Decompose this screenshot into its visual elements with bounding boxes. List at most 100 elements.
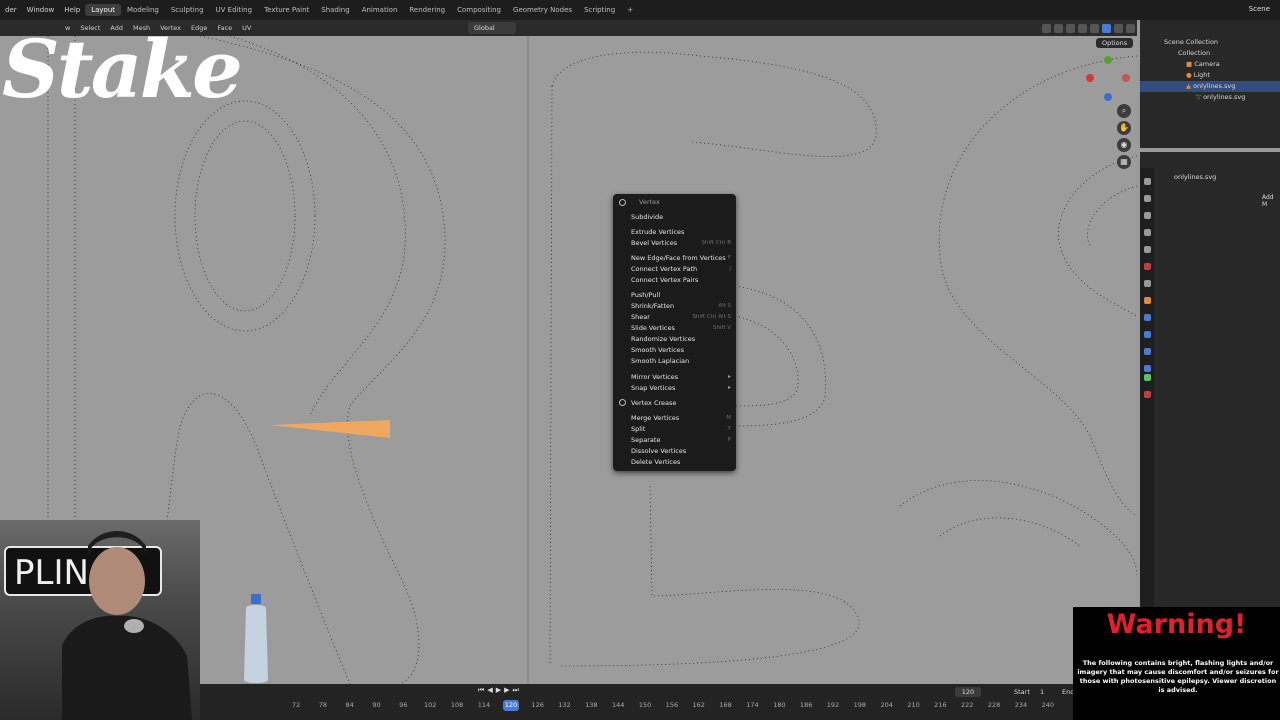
- workspace-tab-animation[interactable]: Animation: [356, 4, 404, 16]
- menu-item-dissolve-vertices[interactable]: Dissolve Vertices: [631, 446, 731, 456]
- xray-toggle-icon[interactable]: [1078, 23, 1087, 33]
- menu-item-vertex-crease[interactable]: Vertex Crease: [631, 398, 731, 408]
- menu-item-shear[interactable]: Shear Shift Ctrl Alt S: [631, 312, 731, 322]
- outliner-row-label: Scene Collection: [1164, 38, 1219, 46]
- constraints-tab-icon[interactable]: [1144, 365, 1151, 372]
- next-keyframe-icon[interactable]: ▶: [504, 686, 509, 695]
- solid-shading-icon[interactable]: [1102, 23, 1111, 33]
- menu-item-extrude-vertices[interactable]: Extrude Vertices: [631, 227, 731, 237]
- timeline-tick-label: 210: [907, 701, 920, 709]
- scene-tab-icon[interactable]: [1144, 246, 1151, 253]
- menu-file[interactable]: der: [0, 6, 22, 14]
- physics-tab-icon[interactable]: [1144, 348, 1151, 355]
- menu-item-label: Snap Vertices: [631, 384, 676, 392]
- scene-selector[interactable]: Scene: [1249, 5, 1270, 13]
- timeline-tick-label: 174: [746, 701, 759, 709]
- workspace-tab-scripting[interactable]: Scripting: [578, 4, 621, 16]
- menu-item-separate[interactable]: Separate P: [631, 435, 731, 445]
- play-icon[interactable]: ▶: [496, 686, 501, 695]
- menu-item-subdivide[interactable]: Subdivide: [631, 212, 731, 222]
- menu-item-shrink-fatten[interactable]: Shrink/Fatten Alt S: [631, 301, 731, 311]
- workspace-tab-texture-paint[interactable]: Texture Paint: [258, 4, 315, 16]
- pin-icon[interactable]: [619, 199, 626, 206]
- world-tab-icon[interactable]: [1144, 263, 1151, 270]
- wireframe-shading-icon[interactable]: [1090, 23, 1099, 33]
- outliner-row-scene-collection[interactable]: Scene Collection: [1140, 37, 1280, 48]
- tool-tab-icon[interactable]: [1144, 178, 1151, 185]
- viewport-options-dropdown[interactable]: Options: [1096, 38, 1134, 48]
- menu-item-smooth-vertices[interactable]: Smooth Vertices: [631, 345, 731, 355]
- modifier-tab-icon[interactable]: [1144, 314, 1151, 321]
- timeline-tick-label: 72: [291, 701, 301, 709]
- menu-item-label: Randomize Vertices: [631, 335, 696, 343]
- outliner-row-onlylines[interactable]: ▲ onlylines.svg: [1140, 81, 1280, 92]
- current-frame-field[interactable]: 120: [955, 687, 981, 697]
- output-tab-icon[interactable]: [1144, 212, 1151, 219]
- menu-item-smooth-laplacian[interactable]: Smooth Laplacian: [631, 356, 731, 366]
- rendered-shading-icon[interactable]: [1126, 23, 1135, 33]
- data-tab-icon[interactable]: [1144, 374, 1151, 381]
- outliner-row-label: Camera: [1194, 60, 1220, 68]
- outliner-row-mesh-data[interactable]: ▽ onlylines.svg: [1140, 92, 1280, 103]
- overlay-toggle-icon[interactable]: [1066, 23, 1075, 33]
- material-tab-icon[interactable]: [1144, 391, 1151, 398]
- menu-item-slide-vertices[interactable]: Slide Vertices Shift V: [631, 323, 731, 333]
- workspace-tab-rendering[interactable]: Rendering: [403, 4, 451, 16]
- view-layer-tab-icon[interactable]: [1144, 229, 1151, 236]
- menu-item-delete-vertices[interactable]: Delete Vertices: [631, 457, 731, 467]
- menu-item-label: Shrink/Fatten: [631, 302, 675, 310]
- shortcut-label: Shift Ctrl Alt S: [692, 314, 731, 320]
- particles-tab-icon[interactable]: [1144, 331, 1151, 338]
- material-shading-icon[interactable]: [1114, 23, 1123, 33]
- stake-logo: Stake: [2, 22, 243, 116]
- perspective-grid-icon[interactable]: ▦: [1117, 155, 1131, 169]
- menu-item-merge-vertices[interactable]: Merge Vertices M: [631, 413, 731, 423]
- menu-item-push-pull[interactable]: Push/Pull: [631, 290, 731, 300]
- menu-item-label: Smooth Laplacian: [631, 357, 690, 365]
- gizmo-neg-x-axis[interactable]: [1122, 74, 1130, 82]
- timeline-tick-label: 108: [450, 701, 464, 709]
- jump-end-icon[interactable]: ⏭: [512, 686, 518, 695]
- shortcut-label: Shift Ctrl B: [701, 240, 731, 246]
- pan-hand-icon[interactable]: ✋: [1117, 121, 1131, 135]
- timeline-tick-label: 84: [345, 701, 354, 709]
- transform-orientation-dropdown[interactable]: Global: [468, 22, 516, 34]
- gizmo-x-axis[interactable]: [1086, 74, 1094, 82]
- camera-view-icon[interactable]: ◉: [1117, 138, 1131, 152]
- menu-item-split[interactable]: Split Y: [631, 424, 731, 434]
- render-tab-icon[interactable]: [1144, 195, 1151, 202]
- timeline-tick-label: 132: [558, 701, 571, 709]
- visibility-icon[interactable]: [1042, 23, 1051, 33]
- workspace-tab-uv-editing[interactable]: UV Editing: [210, 4, 259, 16]
- start-frame-field[interactable]: 1: [1040, 688, 1044, 696]
- menu-item-connect-vertex-path[interactable]: Connect Vertex Path J: [631, 264, 731, 274]
- outliner-row-collection[interactable]: Collection: [1140, 48, 1280, 59]
- outliner-row-light[interactable]: ● Light: [1140, 70, 1280, 81]
- gizmo-y-axis[interactable]: [1104, 56, 1112, 64]
- menu-item-randomize-vertices[interactable]: Randomize Vertices: [631, 334, 731, 344]
- prev-keyframe-icon[interactable]: ◀: [487, 686, 492, 695]
- playhead-frame-indicator[interactable]: 120: [503, 700, 519, 711]
- menu-item-label: Connect Vertex Pairs: [631, 276, 699, 284]
- object-tab-icon[interactable]: [1144, 297, 1151, 304]
- menu-item-label: Subdivide: [631, 213, 664, 221]
- gizmo-toggle-icon[interactable]: [1054, 23, 1063, 33]
- workspace-tab-shading[interactable]: Shading: [315, 4, 355, 16]
- zoom-icon[interactable]: ⌕: [1117, 104, 1131, 118]
- menu-window[interactable]: Window: [22, 6, 60, 14]
- gizmo-z-axis[interactable]: [1104, 93, 1112, 101]
- menu-help[interactable]: Help: [59, 6, 85, 14]
- menu-item-bevel-vertices[interactable]: Bevel Vertices Shift Ctrl B: [631, 238, 731, 248]
- workspace-tab-geometry-nodes[interactable]: Geometry Nodes: [507, 4, 578, 16]
- menu-item-snap-vertices[interactable]: Snap Vertices ▸: [631, 383, 731, 393]
- outliner-row-camera[interactable]: ■ Camera: [1140, 59, 1280, 70]
- add-modifier-button[interactable]: Add M: [1262, 194, 1280, 208]
- collection-tab-icon[interactable]: [1144, 280, 1151, 287]
- timeline-tick-label: 168: [719, 701, 732, 709]
- add-workspace-button[interactable]: +: [621, 4, 639, 16]
- menu-item-mirror-vertices[interactable]: Mirror Vertices ▸: [631, 372, 731, 382]
- menu-item-connect-vertex-pairs[interactable]: Connect Vertex Pairs: [631, 275, 731, 285]
- workspace-tab-compositing[interactable]: Compositing: [451, 4, 507, 16]
- menu-item-new-edge-face[interactable]: New Edge/Face from Vertices F: [631, 253, 731, 263]
- jump-start-icon[interactable]: ⏮: [478, 686, 484, 695]
